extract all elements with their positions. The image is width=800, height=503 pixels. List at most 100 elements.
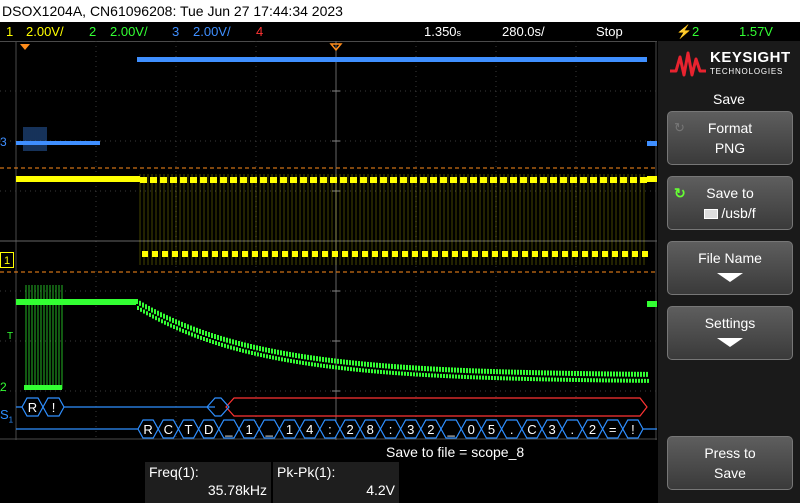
ch2-decay-dot	[421, 365, 423, 371]
ch2-decay-dot	[199, 328, 201, 334]
ch3-ground-marker[interactable]: 3	[0, 135, 14, 149]
ch2-decay-dot	[233, 346, 235, 351]
ch1-high-dash	[630, 177, 637, 183]
ch4-number[interactable]: 4	[256, 22, 263, 41]
ch1-ground-marker[interactable]: 1	[0, 252, 14, 268]
ch2-decay-dot	[376, 362, 378, 368]
ch2-decay-dot	[262, 346, 264, 352]
brand-name: KEYSIGHT	[710, 49, 791, 66]
serial-bus-marker[interactable]: S1	[0, 407, 13, 425]
file-name-button[interactable]: File Name	[667, 241, 793, 295]
save-to-button[interactable]: ↻ Save to /usb/f	[667, 176, 793, 230]
ch1-high-dash	[310, 177, 317, 183]
ch2-scale[interactable]: 2.00V/	[110, 22, 148, 41]
ch1-low-dash	[142, 251, 148, 257]
ch1-number[interactable]: 1	[6, 22, 13, 41]
ch2-decay-dot	[629, 378, 631, 383]
ch2-decay-dot	[467, 375, 469, 380]
ch2-decay-dot	[434, 373, 436, 378]
chevron-down-icon	[717, 273, 743, 282]
trigger-level[interactable]: 1.57V	[739, 22, 773, 41]
ch2-decay-dot	[335, 365, 337, 370]
settings-button[interactable]: Settings	[667, 306, 793, 360]
ch1-low-dash	[432, 251, 438, 257]
format-button[interactable]: ↻ Format PNG	[667, 111, 793, 165]
ch2-decay-dot	[367, 361, 369, 367]
ch1-high-dash	[510, 177, 517, 183]
ch2-decay-dot	[155, 316, 157, 321]
ch1-high-dash	[610, 177, 617, 183]
ch1-low-dash	[472, 251, 478, 257]
run-state[interactable]: Stop	[596, 22, 623, 41]
ch2-decay-dot	[635, 378, 637, 383]
format-label: Format	[707, 120, 753, 136]
timebase-value[interactable]: 1.350s	[424, 22, 461, 43]
decode-row2-char: 3	[548, 422, 555, 437]
ch2-decay-dot	[461, 374, 463, 379]
trigger-level-marker[interactable]: T	[7, 331, 13, 342]
ch2-decay-dot	[359, 368, 361, 373]
ch2-decay-dot	[371, 369, 373, 374]
chevron-down-icon	[717, 338, 743, 347]
ch3-number[interactable]: 3	[172, 22, 179, 41]
delay-value[interactable]: 280.0s/	[502, 22, 545, 41]
ch2-decay-dot	[251, 351, 253, 356]
ch1-high-dash	[390, 177, 397, 183]
ch2-decay-dot	[185, 330, 187, 335]
freq-measurement[interactable]: Freq(1): 35.78kHz	[145, 462, 271, 503]
keysight-logo-icon	[670, 51, 706, 77]
ch1-low-dash	[152, 251, 158, 257]
ch2-decay-dot	[232, 339, 234, 345]
waveform-canvas: R! R C T D _ 1 _ 1 4:2 8:3 2 _ 0 5. C 3. 2 =!	[0, 41, 657, 440]
ch2-decay-dot	[341, 366, 343, 371]
ch2-decay-dot	[215, 341, 217, 346]
ch2-decay-dot	[460, 367, 462, 373]
decode-row2-char: :	[328, 422, 332, 437]
ch2-decay-dot	[533, 377, 535, 382]
ch1-high-dash	[170, 177, 177, 183]
ch2-decay-dot	[356, 367, 358, 372]
press-to-save-button[interactable]: Press to Save	[667, 436, 793, 490]
ch2-decay-dot	[643, 371, 645, 377]
ch1-scale[interactable]: 2.00V/	[26, 22, 64, 41]
ch2-decay-dot	[364, 361, 366, 367]
decode-row-2: R C T D _ 1 _ 1 4:2 8:3 2 _ 0 5. C 3. 2 =!	[137, 419, 644, 439]
ch1-high-segment-right	[647, 176, 657, 182]
ch2-decay-dot	[623, 378, 625, 383]
ch2-decay-dot	[203, 336, 205, 341]
ch1-high-dash	[300, 177, 307, 183]
ch2-decay-dot	[571, 370, 573, 376]
ch2-decay-dot	[508, 369, 510, 375]
ch2-decay-dot	[601, 371, 603, 377]
trigger-channel[interactable]: 2	[692, 22, 699, 41]
ch2-decay-dot	[197, 334, 199, 339]
ch2-ground-marker[interactable]: 2	[0, 380, 7, 394]
ch2-decay-dot	[136, 299, 138, 304]
ch2-decay-dot	[475, 368, 477, 374]
ch2-number[interactable]: 2	[89, 22, 96, 41]
ch2-decay-dot	[158, 317, 160, 322]
ch2-low-segment-left	[24, 385, 62, 390]
ch2-decay-dot	[274, 349, 276, 355]
ch2-decay-dot	[160, 312, 162, 318]
ch2-decay-dot	[557, 377, 559, 382]
ch2-decay-dot	[527, 377, 529, 382]
waveform-display[interactable]: R! R C T D _ 1 _ 1 4:2 8:3 2 _ 0 5. C 3. 2 =! 3 1 T 2 S1	[0, 41, 657, 440]
ch2-decay-dot	[575, 377, 577, 382]
ch2-decay-dot	[392, 370, 394, 375]
ch1-low-dash	[312, 251, 318, 257]
ch1-high-dash	[640, 177, 647, 183]
ch2-decay-dot	[530, 377, 532, 382]
ch2-decay-dot	[556, 370, 558, 376]
ch2-decay-dot	[440, 373, 442, 378]
ch2-decay-dot	[271, 348, 273, 354]
ch1-high-dash	[460, 177, 467, 183]
ch2-decay-dot	[484, 368, 486, 374]
ch2-decay-dot	[509, 376, 511, 381]
window-title: DSOX1204A, CN61096208: Tue Jun 27 17:44:…	[0, 0, 800, 22]
ch2-decay-dot	[152, 314, 154, 319]
decode-row2-char: 3	[407, 422, 414, 437]
ch3-low-segment-right	[647, 141, 657, 146]
ch3-scale[interactable]: 2.00V/	[193, 22, 231, 41]
pkpk-measurement[interactable]: Pk-Pk(1): 4.2V	[273, 462, 399, 503]
